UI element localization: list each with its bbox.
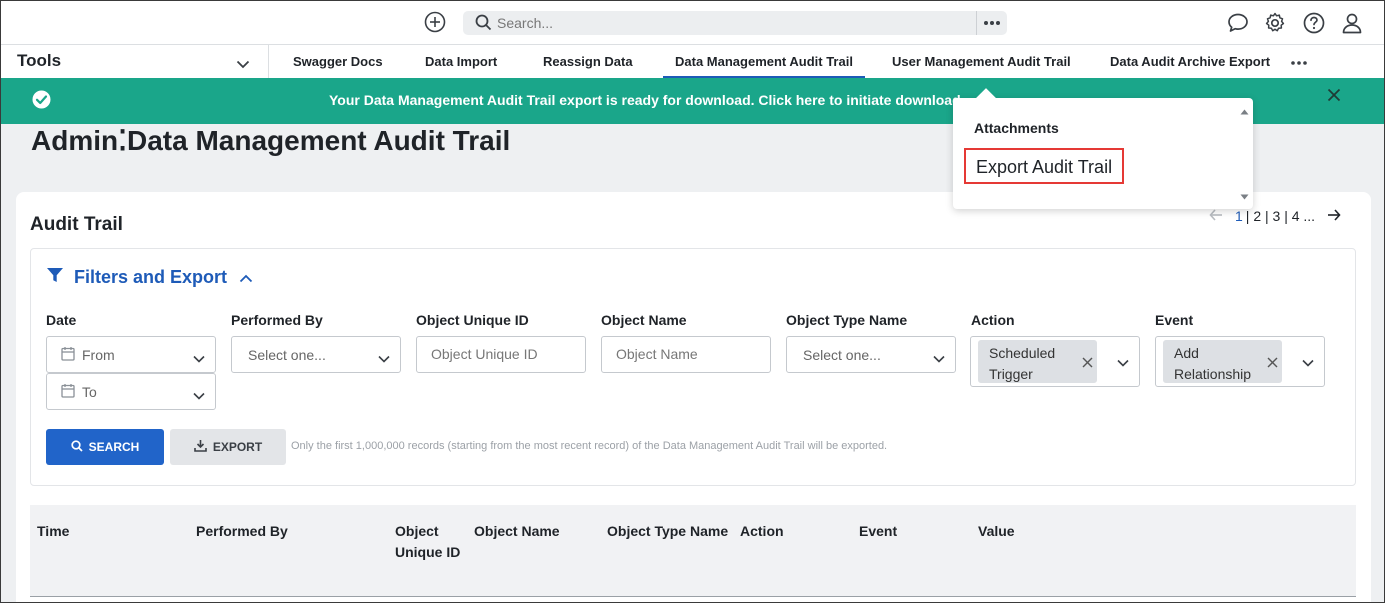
action-chip: Scheduled Trigger [978,340,1097,383]
date-to-select[interactable]: To [46,373,216,410]
action-chip-label: Scheduled Trigger [989,345,1056,382]
chevron-down-icon [1302,354,1314,370]
export-button-label: EXPORT [212,440,263,454]
global-search [463,11,1007,35]
column-action[interactable]: Action [740,521,784,542]
filter-icon [46,267,64,288]
download-icon [194,439,207,455]
chevron-down-icon[interactable] [236,56,250,74]
action-select[interactable]: Scheduled Trigger [970,336,1140,387]
date-label: Date [46,312,77,328]
more-tabs-icon[interactable] [1290,53,1308,71]
page-list[interactable]: | 2 | 3 | 4 ... [1246,208,1315,224]
column-performed-by[interactable]: Performed By [196,521,288,542]
calendar-icon [61,346,75,364]
scroll-down-icon[interactable] [1240,187,1249,205]
event-select[interactable]: Add Relationship [1155,336,1325,387]
column-time[interactable]: Time [37,521,69,542]
add-icon[interactable] [424,11,446,33]
column-object-name[interactable]: Object Name [474,521,560,542]
remove-chip-icon[interactable] [1082,355,1093,371]
search-button[interactable]: SEARCH [46,429,164,465]
tab-reassign-data[interactable]: Reassign Data [543,54,633,69]
attachments-title: Attachments [974,120,1059,136]
object-unique-id-field [416,336,586,373]
card-title: Audit Trail [30,214,123,235]
column-value[interactable]: Value [978,521,1015,542]
object-name-field [601,336,771,373]
event-chip: Add Relationship [1163,340,1282,383]
top-bar [0,0,1385,44]
search-icon [71,439,83,455]
audit-trail-card: Audit Trail 1 | 2 | 3 | 4 ... Filters an… [16,192,1371,603]
user-icon[interactable] [1340,11,1364,35]
close-icon[interactable] [1327,88,1341,107]
export-note: Only the first 1,000,000 records (starti… [291,440,888,452]
chevron-down-icon [193,350,205,366]
object-unique-id-input[interactable] [431,346,581,362]
chevron-up-icon[interactable] [239,267,253,288]
table-header: Time Performed By Object Unique ID Objec… [30,505,1356,597]
search-icon [475,14,492,36]
tab-user-management-audit-trail[interactable]: User Management Audit Trail [892,54,1071,69]
check-circle-icon [32,90,51,114]
date-from-select[interactable]: From [46,336,216,373]
help-icon[interactable] [1302,11,1326,35]
search-button-label: SEARCH [88,440,140,454]
tools-menu-label[interactable]: Tools [17,51,61,71]
event-label: Event [1155,312,1194,328]
filters-header[interactable]: Filters and Export [46,267,253,288]
chat-icon[interactable] [1226,11,1250,35]
column-object-unique-id[interactable]: Object Unique ID [395,521,467,563]
object-type-name-select[interactable]: Select one... [786,336,956,373]
export-audit-trail-link[interactable]: Export Audit Trail [964,148,1124,184]
calendar-icon [61,383,75,401]
performed-by-value: Select one... [248,347,326,363]
date-to-value: To [82,384,97,400]
arrow-left-icon[interactable] [1209,208,1223,224]
remove-chip-icon[interactable] [1267,355,1278,371]
pagination: 1 | 2 | 3 | 4 ... [1209,208,1341,224]
column-event[interactable]: Event [859,521,897,542]
tab-data-import[interactable]: Data Import [425,54,497,69]
object-type-name-value: Select one... [803,347,881,363]
divider [268,45,269,79]
tabs-row: Tools Swagger Docs Data Import Reassign … [0,44,1385,79]
chevron-down-icon [933,350,945,366]
performed-by-label: Performed By [231,312,323,328]
table-divider [30,596,1356,597]
tab-data-audit-archive-export[interactable]: Data Audit Archive Export [1110,54,1270,69]
object-name-label: Object Name [601,312,687,328]
gear-icon[interactable] [1263,11,1287,35]
attachments-dropdown: Attachments Export Audit Trail [953,88,1253,209]
filters-title: Filters and Export [74,267,228,287]
object-name-input[interactable] [616,346,766,362]
date-from-value: From [82,347,115,363]
event-chip-label: Add Relationship [1174,345,1252,382]
chevron-down-icon [1117,354,1129,370]
object-type-name-label: Object Type Name [786,312,908,328]
search-input[interactable] [497,13,997,33]
chevron-down-icon [193,387,205,403]
chevron-down-icon [378,350,390,366]
performed-by-select[interactable]: Select one... [231,336,401,373]
column-object-type-name[interactable]: Object Type Name [607,521,728,542]
page-title: Admin⁚Data Management Audit Trail [31,125,511,156]
export-button[interactable]: EXPORT [170,429,286,465]
page-current[interactable]: 1 [1235,208,1243,224]
action-label: Action [971,312,1015,328]
tab-data-management-audit-trail[interactable]: Data Management Audit Trail [663,54,865,79]
search-options-icon[interactable] [976,11,1007,35]
arrow-right-icon[interactable] [1327,208,1341,224]
object-unique-id-label: Object Unique ID [416,312,529,328]
scroll-up-icon[interactable] [1240,102,1249,120]
filters-panel: Filters and Export Date Performed By Obj… [30,248,1356,486]
banner-message[interactable]: Your Data Management Audit Trail export … [329,92,965,108]
tab-swagger-docs[interactable]: Swagger Docs [293,54,383,69]
